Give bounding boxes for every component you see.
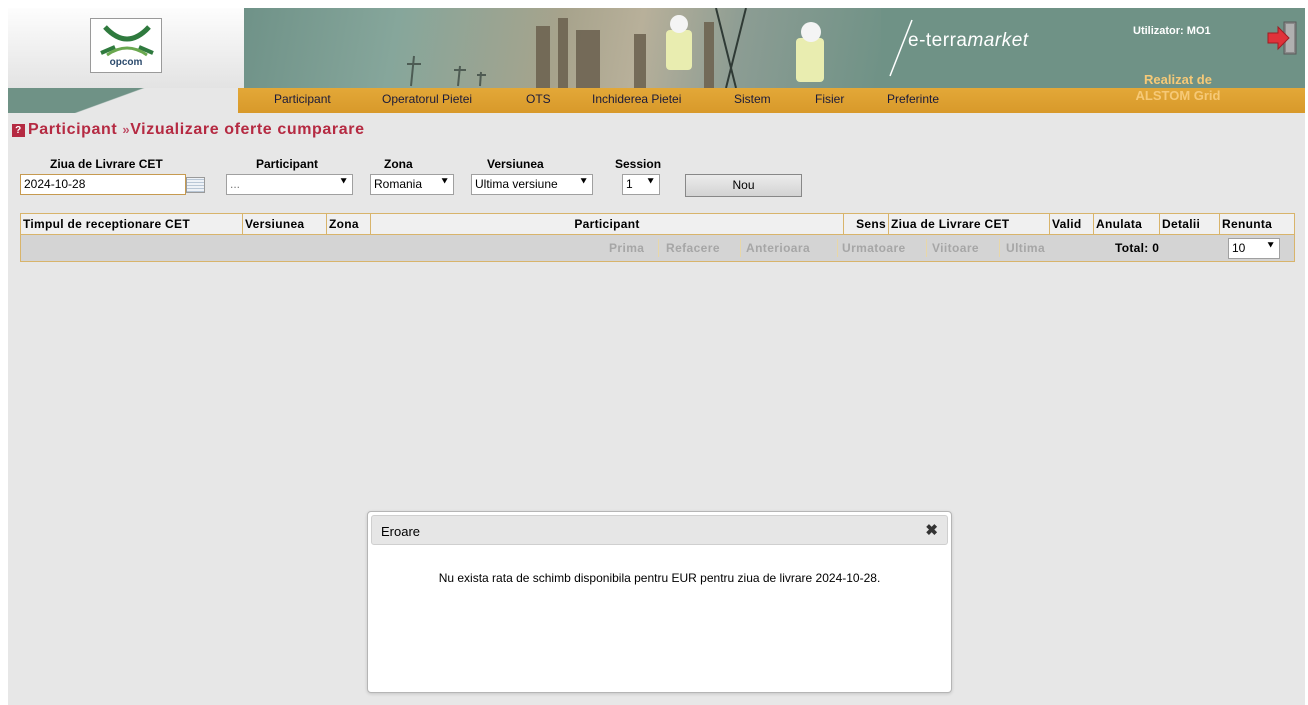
header: opcom e-terramarket Utilizator: MO1 Part… bbox=[8, 8, 1305, 113]
pager-previous[interactable]: Anterioara bbox=[746, 241, 810, 255]
menu-ots[interactable]: OTS bbox=[526, 92, 551, 106]
breadcrumb-current: Vizualizare oferte cumparare bbox=[130, 121, 365, 138]
logo-text: opcom bbox=[109, 57, 143, 68]
menu-fisier[interactable]: Fisier bbox=[815, 92, 844, 106]
dialog-title: Eroare bbox=[381, 524, 421, 539]
realizat-line1: Realizat de bbox=[1144, 72, 1212, 87]
zona-select-value: Romania bbox=[374, 177, 423, 191]
opcom-logo-icon[interactable]: opcom bbox=[90, 18, 162, 73]
brand-suffix: market bbox=[967, 30, 1029, 51]
brand-name: e-terramarket bbox=[908, 30, 1029, 52]
dialog-message: Nu exista rata de schimb disponibila pen… bbox=[438, 571, 881, 585]
main-menu: Participant Operatorul Pietei OTS Inchid… bbox=[8, 72, 1305, 113]
col-participant[interactable]: Participant bbox=[371, 214, 844, 234]
session-label: Session bbox=[615, 157, 662, 171]
pager-divider bbox=[658, 239, 659, 257]
power-lines-illustration bbox=[407, 8, 824, 88]
chevron-down-icon: ⯆ bbox=[579, 176, 588, 188]
page-size-select[interactable]: 10 ⯆ bbox=[1228, 238, 1280, 259]
offers-table: Timpul de receptionare CET Versiunea Zon… bbox=[20, 213, 1295, 262]
dialog-titlebar[interactable]: Eroare ✖ bbox=[371, 515, 948, 545]
pager: Prima Refacere Anterioara Urmatoare Viit… bbox=[21, 235, 1294, 261]
total-count: Total: 0 bbox=[1115, 241, 1160, 255]
app-frame: opcom e-terramarket Utilizator: MO1 Part… bbox=[8, 8, 1305, 705]
menu-sistem[interactable]: Sistem bbox=[734, 92, 771, 106]
col-sens[interactable]: Sens bbox=[844, 214, 889, 234]
page-title: ? Participant »Vizualizare oferte cumpara… bbox=[12, 121, 365, 139]
menu-left-wedge bbox=[8, 88, 238, 113]
header-banner: opcom e-terramarket Utilizator: MO1 bbox=[8, 8, 1305, 88]
chevron-down-icon: ⯆ bbox=[1266, 240, 1275, 252]
logo-area: opcom bbox=[8, 8, 244, 88]
col-valid[interactable]: Valid bbox=[1050, 214, 1094, 234]
col-renunta[interactable]: Renunta bbox=[1220, 214, 1294, 234]
session-select[interactable]: 1 ⯆ bbox=[622, 174, 660, 195]
versiunea-label: Versiunea bbox=[487, 157, 544, 171]
error-dialog: Eroare ✖ Nu exista rata de schimb dispon… bbox=[367, 511, 952, 693]
pager-divider bbox=[926, 239, 927, 257]
logout-arrow-icon[interactable] bbox=[1266, 20, 1300, 56]
pager-last[interactable]: Ultima bbox=[1006, 241, 1045, 255]
col-timpul-receptionare[interactable]: Timpul de receptionare CET bbox=[21, 214, 243, 234]
breadcrumb-participant: Participant bbox=[28, 121, 118, 138]
col-zona[interactable]: Zona bbox=[327, 214, 371, 234]
realizat-de: Realizat de ALSTOM Grid bbox=[1118, 72, 1238, 104]
header-photo bbox=[236, 8, 881, 88]
brand-logo: e-terramarket bbox=[884, 18, 1084, 78]
pager-divider bbox=[999, 239, 1000, 257]
menu-operatorul-pietei[interactable]: Operatorul Pietei bbox=[382, 92, 472, 106]
breadcrumb-separator: » bbox=[122, 122, 131, 137]
participant-label: Participant bbox=[256, 157, 319, 171]
col-versiunea[interactable]: Versiunea bbox=[243, 214, 327, 234]
new-button[interactable]: Nou bbox=[685, 174, 802, 197]
zona-select[interactable]: Romania ⯆ bbox=[370, 174, 454, 195]
table-header: Timpul de receptionare CET Versiunea Zon… bbox=[21, 214, 1294, 235]
col-ziua-livrare[interactable]: Ziua de Livrare CET bbox=[889, 214, 1050, 234]
pager-divider bbox=[837, 239, 838, 257]
brand-prefix: e-terra bbox=[908, 30, 968, 51]
col-anulata[interactable]: Anulata bbox=[1094, 214, 1160, 234]
menu-preferinte[interactable]: Preferinte bbox=[887, 92, 939, 106]
chevron-down-icon: ⯆ bbox=[646, 176, 655, 188]
col-detalii[interactable]: Detalii bbox=[1160, 214, 1220, 234]
delivery-date-input[interactable]: 2024-10-28 bbox=[20, 174, 186, 195]
help-icon[interactable]: ? bbox=[12, 124, 25, 137]
participant-select[interactable]: ... ⯆ bbox=[226, 174, 353, 195]
zona-label: Zona bbox=[384, 157, 413, 171]
pager-first[interactable]: Prima bbox=[609, 241, 644, 255]
participant-select-value: ... bbox=[230, 177, 241, 191]
pager-refresh[interactable]: Refacere bbox=[666, 241, 720, 255]
calendar-icon[interactable] bbox=[186, 177, 205, 193]
pager-future[interactable]: Viitoare bbox=[932, 241, 979, 255]
chevron-down-icon: ⯆ bbox=[440, 176, 449, 188]
session-select-value: 1 bbox=[626, 177, 633, 191]
realizat-line2: ALSTOM Grid bbox=[1135, 88, 1221, 103]
versiunea-select[interactable]: Ultima versiune ⯆ bbox=[471, 174, 593, 195]
date-label: Ziua de Livrare CET bbox=[50, 157, 163, 171]
versiunea-select-value: Ultima versiune bbox=[475, 177, 558, 191]
pager-divider bbox=[740, 239, 741, 257]
pager-next[interactable]: Urmatoare bbox=[842, 241, 906, 255]
user-label: Utilizator: MO1 bbox=[1133, 25, 1211, 37]
page-size-value: 10 bbox=[1232, 241, 1246, 255]
chevron-down-icon: ⯆ bbox=[339, 176, 348, 188]
menu-participant[interactable]: Participant bbox=[274, 92, 331, 106]
logo-mark-icon bbox=[100, 25, 154, 57]
close-icon[interactable]: ✖ bbox=[925, 521, 938, 539]
menu-inchiderea-pietei[interactable]: Inchiderea Pietei bbox=[592, 92, 681, 106]
